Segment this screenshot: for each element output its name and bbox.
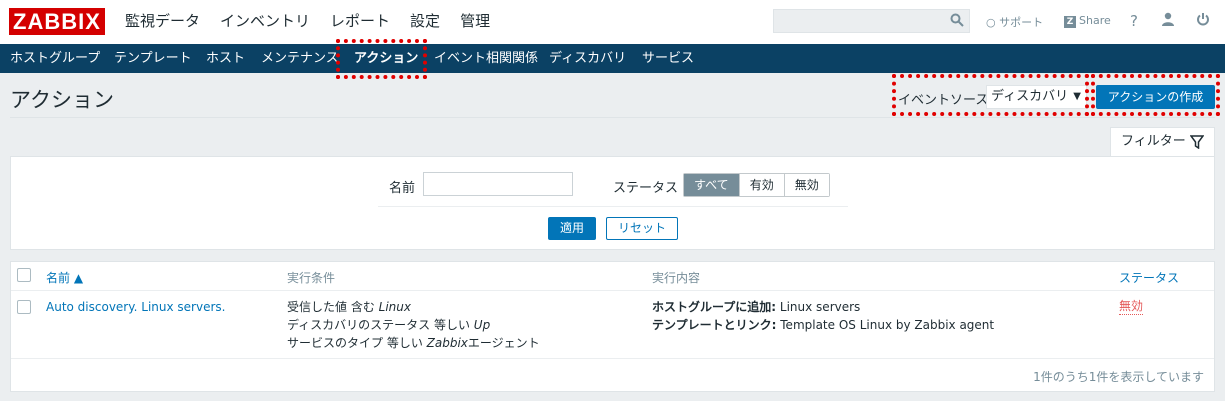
header-name[interactable]: 名前 ▲ bbox=[46, 269, 83, 286]
support-link[interactable]: ○ サポート bbox=[986, 14, 1043, 30]
help-icon[interactable]: ? bbox=[1130, 12, 1138, 30]
status-segmented-control: すべて 有効 無効 bbox=[683, 173, 830, 197]
header-conditions: 実行条件 bbox=[287, 271, 336, 285]
headset-icon: ○ bbox=[986, 16, 996, 29]
header-status[interactable]: ステータス bbox=[1119, 269, 1179, 286]
power-icon[interactable] bbox=[1196, 12, 1210, 30]
table-footer-count: 1件のうち1件を表示しています bbox=[1033, 370, 1204, 384]
create-action-button[interactable]: アクションの作成 bbox=[1096, 85, 1215, 109]
condition-item: ディスカバリのステータス 等しい Up bbox=[287, 318, 491, 332]
status-enabled-option[interactable]: 有効 bbox=[738, 174, 784, 196]
dropdown-arrow-icon: ▼ bbox=[1073, 91, 1081, 102]
divider bbox=[10, 117, 1215, 118]
select-all-checkbox[interactable] bbox=[17, 268, 31, 282]
menu-monitoring[interactable]: 監視データ bbox=[125, 10, 200, 32]
conditions-list: 受信した値 含む Linux ディスカバリのステータス 等しい Up サービスの… bbox=[287, 298, 540, 352]
subnav-templates[interactable]: テンプレート bbox=[114, 44, 192, 73]
menu-administration[interactable]: 管理 bbox=[460, 10, 490, 32]
status-toggle[interactable]: 無効 bbox=[1119, 298, 1144, 315]
filter-icon bbox=[1189, 128, 1205, 156]
filter-tab[interactable]: フィルター bbox=[1110, 127, 1215, 157]
sub-navigation: ホストグループ テンプレート ホスト メンテナンス アクション イベント相関関係… bbox=[0, 44, 1225, 73]
subnav-hosts[interactable]: ホスト bbox=[206, 44, 245, 73]
row-divider bbox=[11, 358, 1214, 359]
subnav-maintenance[interactable]: メンテナンス bbox=[261, 44, 339, 73]
menu-configuration[interactable]: 設定 bbox=[410, 10, 440, 32]
reset-button[interactable]: リセット bbox=[606, 217, 678, 240]
subnav-discovery[interactable]: ディスカバリ bbox=[549, 44, 626, 73]
share-icon: Z bbox=[1064, 16, 1076, 28]
menu-reports[interactable]: レポート bbox=[330, 10, 390, 32]
status-all-option[interactable]: すべて bbox=[684, 174, 739, 196]
zabbix-logo[interactable]: ZABBIX bbox=[9, 8, 105, 35]
top-header: ZABBIX 監視データ インベントリ レポート 設定 管理 ○ サポート ZS… bbox=[0, 0, 1225, 44]
subnav-actions[interactable]: アクション bbox=[354, 44, 418, 73]
filter-name-input[interactable] bbox=[423, 172, 573, 196]
subnav-hostgroups[interactable]: ホストグループ bbox=[10, 44, 100, 73]
filter-status-label: ステータス bbox=[613, 181, 679, 196]
operation-item: テンプレートとリンク: Template OS Linux by Zabbix … bbox=[652, 318, 995, 332]
apply-button[interactable]: 適用 bbox=[548, 217, 596, 240]
row-checkbox[interactable] bbox=[17, 300, 31, 314]
filter-name-label: 名前 bbox=[389, 181, 416, 196]
page-title: アクション bbox=[10, 88, 114, 112]
condition-item: サービスのタイプ 等しい Zabbixエージェント bbox=[287, 336, 540, 350]
event-source-value: ディスカバリ bbox=[991, 89, 1069, 104]
user-icon[interactable] bbox=[1161, 12, 1175, 30]
operation-item: ホストグループに追加: Linux servers bbox=[652, 300, 861, 314]
filter-divider bbox=[378, 206, 848, 207]
subnav-correlation[interactable]: イベント相関関係 bbox=[434, 44, 538, 73]
subnav-services[interactable]: サービス bbox=[642, 44, 694, 73]
header-operations: 実行内容 bbox=[652, 271, 701, 285]
condition-item: 受信した値 含む Linux bbox=[287, 300, 411, 314]
share-link[interactable]: Z Share bbox=[1064, 14, 1111, 28]
event-source-select[interactable]: ディスカバリ ▼ bbox=[986, 85, 1087, 109]
event-source-label: イベントソース bbox=[898, 93, 989, 108]
header-divider bbox=[11, 290, 1214, 291]
status-disabled-option[interactable]: 無効 bbox=[783, 174, 829, 196]
main-menu: 監視データ インベントリ レポート 設定 管理 bbox=[125, 10, 490, 32]
support-label: サポート bbox=[999, 16, 1044, 29]
operations-list: ホストグループに追加: Linux servers テンプレートとリンク: Te… bbox=[652, 298, 994, 334]
action-name-link[interactable]: Auto discovery. Linux servers. bbox=[46, 298, 225, 316]
menu-inventory[interactable]: インベントリ bbox=[220, 10, 310, 32]
search-input[interactable] bbox=[773, 9, 970, 33]
share-label: Share bbox=[1079, 14, 1111, 27]
filter-tab-label: フィルター bbox=[1121, 134, 1186, 149]
search-icon[interactable] bbox=[950, 13, 964, 30]
